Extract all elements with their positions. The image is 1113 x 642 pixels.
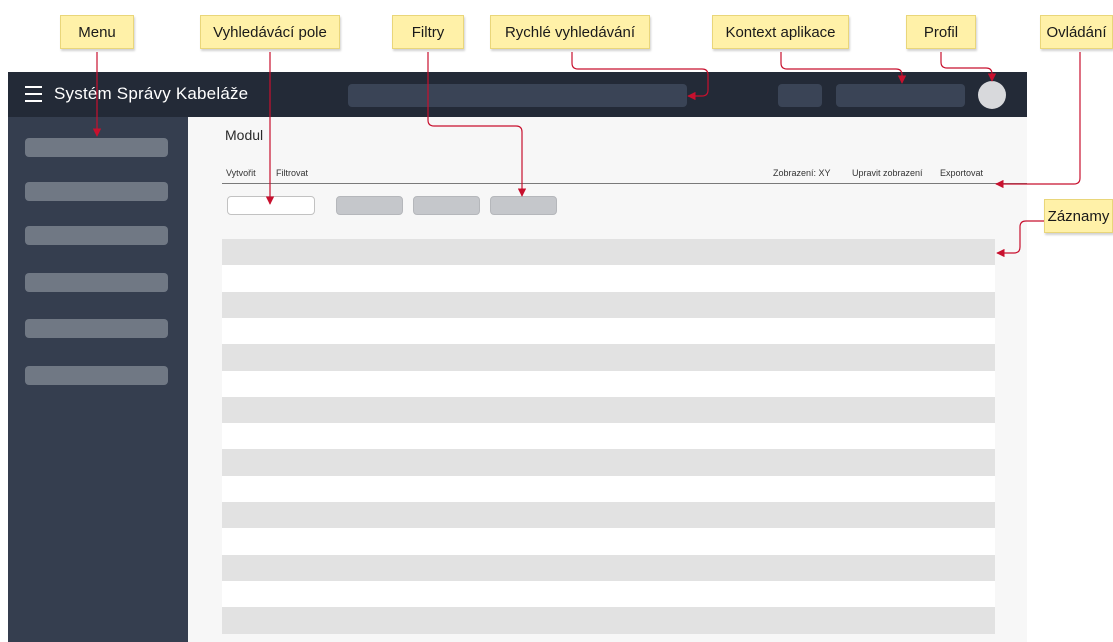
top-bar: Systém Správy Kabeláže bbox=[8, 72, 1027, 117]
record-row[interactable] bbox=[222, 317, 995, 345]
hamburger-menu-icon[interactable] bbox=[25, 84, 43, 104]
export-button[interactable]: Exportovat bbox=[940, 168, 983, 178]
record-row[interactable] bbox=[222, 265, 995, 293]
record-row[interactable] bbox=[222, 502, 995, 529]
app-wireframe: Systém Správy Kabeláže Modul Vytvořit Fi… bbox=[8, 72, 1027, 642]
view-selector[interactable]: Zobrazení: XY bbox=[773, 168, 831, 178]
record-row[interactable] bbox=[222, 239, 995, 266]
create-button[interactable]: Vytvořit bbox=[226, 168, 256, 178]
app-context-select[interactable] bbox=[836, 84, 965, 107]
note-search-field: Vyhledávácí pole bbox=[200, 15, 340, 49]
record-row[interactable] bbox=[222, 370, 995, 398]
sidebar-menu-item[interactable] bbox=[25, 138, 168, 157]
quick-search-input[interactable] bbox=[348, 84, 687, 107]
edit-view-button[interactable]: Upravit zobrazení bbox=[852, 168, 923, 178]
sidebar-menu-item[interactable] bbox=[25, 226, 168, 245]
record-row[interactable] bbox=[222, 554, 995, 582]
sidebar-menu-item[interactable] bbox=[25, 182, 168, 201]
record-row[interactable] bbox=[222, 396, 995, 424]
filter-chip[interactable] bbox=[336, 196, 403, 215]
note-quick-search: Rychlé vyhledávání bbox=[490, 15, 650, 49]
note-filters: Filtry bbox=[392, 15, 464, 49]
record-row[interactable] bbox=[222, 344, 995, 372]
main-content: Modul Vytvořit Filtrovat Zobrazení: XY U… bbox=[188, 117, 1027, 642]
note-app-context: Kontext aplikace bbox=[712, 15, 849, 49]
record-row[interactable] bbox=[222, 291, 995, 319]
sidebar-menu-item[interactable] bbox=[25, 366, 168, 385]
record-row[interactable] bbox=[222, 528, 995, 556]
module-title: Modul bbox=[225, 127, 264, 143]
record-row[interactable] bbox=[222, 475, 995, 503]
sidebar-menu-item[interactable] bbox=[25, 273, 168, 292]
note-profile: Profil bbox=[906, 15, 976, 49]
note-controls: Ovládání bbox=[1040, 15, 1113, 49]
toolbar-divider bbox=[222, 183, 1027, 184]
record-row[interactable] bbox=[222, 580, 995, 608]
record-row[interactable] bbox=[222, 449, 995, 477]
filter-chip[interactable] bbox=[490, 196, 557, 215]
search-input[interactable] bbox=[227, 196, 315, 215]
app-context-button[interactable] bbox=[778, 84, 822, 107]
filter-chip[interactable] bbox=[413, 196, 480, 215]
filter-button[interactable]: Filtrovat bbox=[276, 168, 308, 178]
app-title: Systém Správy Kabeláže bbox=[54, 84, 249, 103]
note-records: Záznamy bbox=[1044, 199, 1113, 233]
sidebar-menu bbox=[8, 117, 188, 642]
profile-avatar[interactable] bbox=[978, 81, 1006, 109]
record-row[interactable] bbox=[222, 607, 995, 635]
sidebar-menu-item[interactable] bbox=[25, 319, 168, 338]
record-row[interactable] bbox=[222, 423, 995, 451]
note-menu: Menu bbox=[60, 15, 134, 49]
